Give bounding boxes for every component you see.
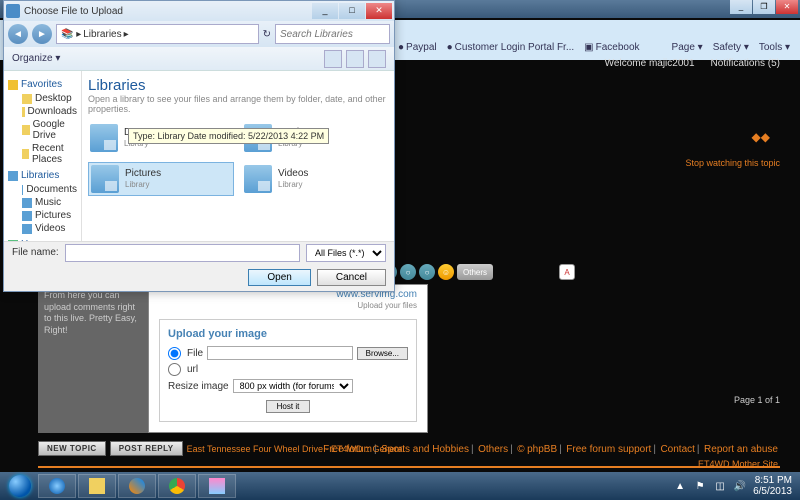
welcome-user: Welcome majic2001 [605,58,695,69]
upload-opt-url[interactable] [168,363,181,376]
app-minimize[interactable]: _ [730,0,752,14]
upload-file-input[interactable] [207,346,353,360]
search-input[interactable] [275,24,390,44]
libraries-header: Libraries [88,77,388,94]
post-reply-button[interactable]: POST REPLY [110,441,183,456]
folder-icon [244,165,272,193]
editor-btn[interactable]: ○ [400,264,416,280]
browse-button[interactable]: Browse... [357,347,408,360]
view-icon[interactable] [324,50,342,68]
editor-emoji[interactable]: ☺ [438,264,454,280]
homegroup-icon [8,240,18,242]
fav-paypal[interactable]: ● Paypal [398,42,437,53]
sidebar-item-pictures[interactable]: Pictures [8,209,77,222]
folder-icon [91,165,119,193]
refresh-icon[interactable]: ↻ [263,29,271,40]
tray-volume-icon[interactable]: 🔊 [733,479,747,493]
windows-orb-icon [9,475,31,497]
forum-breadcrumb[interactable]: East Tennessee Four Wheel Drive - ET4WD … [187,444,405,454]
task-paint[interactable] [198,474,236,498]
app-close[interactable]: ✕ [776,0,798,14]
dialog-maximize[interactable]: □ [339,3,365,19]
file-filter[interactable]: All Files (*.*) [306,244,386,262]
task-explorer[interactable] [78,474,116,498]
nav-fwd-icon[interactable]: ► [32,24,52,44]
sidebar-item-music[interactable]: Music [8,196,77,209]
resize-select[interactable]: 800 px width (for forums) [233,379,353,393]
menu-tools[interactable]: Tools ▾ [759,42,790,53]
host-button[interactable]: Host it [266,400,311,413]
task-wmp[interactable] [118,474,156,498]
app-restore[interactable]: ❐ [753,0,775,14]
sidebar-item-videos[interactable]: Videos [8,222,77,235]
dialog-minimize[interactable]: _ [312,3,338,19]
library-pictures[interactable]: PicturesLibrary [88,162,234,196]
stop-watching-link[interactable]: Stop watching this topic [685,158,780,168]
new-topic-button[interactable]: NEW TOPIC [38,441,106,456]
tray-network-icon[interactable]: ◫ [713,479,727,493]
cancel-button[interactable]: Cancel [317,269,386,286]
taskbar: ▲ ⚑ ◫ 🔊 8:51 PM6/5/2013 [0,472,800,500]
open-button[interactable]: Open [248,269,310,286]
filename-label: File name: [12,247,59,258]
menu-safety[interactable]: Safety ▾ [713,42,749,53]
libraries-subtext: Open a library to see your files and arr… [88,94,388,114]
task-chrome[interactable] [158,474,196,498]
folder-icon [90,124,118,152]
star-icon [8,80,18,90]
library-videos[interactable]: VideosLibrary [242,162,388,196]
view-icon[interactable] [346,50,364,68]
notifications[interactable]: Notifications (5) [711,58,780,69]
start-button[interactable] [4,474,36,498]
sidebar-homegroup[interactable]: Homegroup [21,239,73,241]
dialog-title: Choose File to Upload [24,6,312,17]
upload-title: Upload your image [168,328,408,340]
file-dialog: Choose File to Upload _ □ ✕ ◄ ► 📚 ▸ Libr… [3,0,395,292]
fav-customer[interactable]: ● Customer Login Portal Fr... [447,42,575,53]
sidebar-item-documents[interactable]: Documents [8,183,77,196]
dialog-close[interactable]: ✕ [366,3,392,19]
task-ie[interactable] [38,474,76,498]
reply-textarea[interactable]: From here you can upload comments right … [38,284,148,433]
tooltip: Type: Library Date modified: 5/22/2013 4… [128,128,329,144]
resize-label: Resize image [168,381,229,392]
tray-up-icon[interactable]: ▲ [673,479,687,493]
nav-back-icon[interactable]: ◄ [8,24,28,44]
taskbar-clock[interactable]: 8:51 PM6/5/2013 [753,475,792,497]
sidebar-item-downloads[interactable]: Downloads [8,105,77,118]
editor-mode[interactable]: A [559,264,575,280]
menu-page[interactable]: Page ▾ [672,42,703,53]
nav-arrows-icon[interactable]: ◆◆ [752,130,770,144]
sidebar-item-desktop[interactable]: Desktop [8,92,77,105]
upload-opt-file[interactable] [168,347,181,360]
editor-others[interactable]: Others [457,264,493,280]
libraries-icon [8,171,18,181]
upload-popup: www.servimg.comUpload your files Upload … [148,284,428,433]
sidebar-item-recent[interactable]: Recent Places [8,142,77,166]
editor-btn[interactable]: ○ [419,264,435,280]
sidebar-favorites[interactable]: Favorites [21,79,62,90]
organize-button[interactable]: Organize ▾ [12,53,60,64]
sidebar-item-gdrive[interactable]: Google Drive [8,118,77,142]
sidebar-libraries[interactable]: Libraries [21,170,59,181]
help-icon[interactable] [368,50,386,68]
fav-fb[interactable]: ▣ Facebook [584,42,639,53]
tray-flag-icon[interactable]: ⚑ [693,479,707,493]
filename-input[interactable] [65,244,300,262]
dialog-icon [6,4,20,18]
breadcrumb[interactable]: 📚 ▸ Libraries ▸ [56,24,259,44]
